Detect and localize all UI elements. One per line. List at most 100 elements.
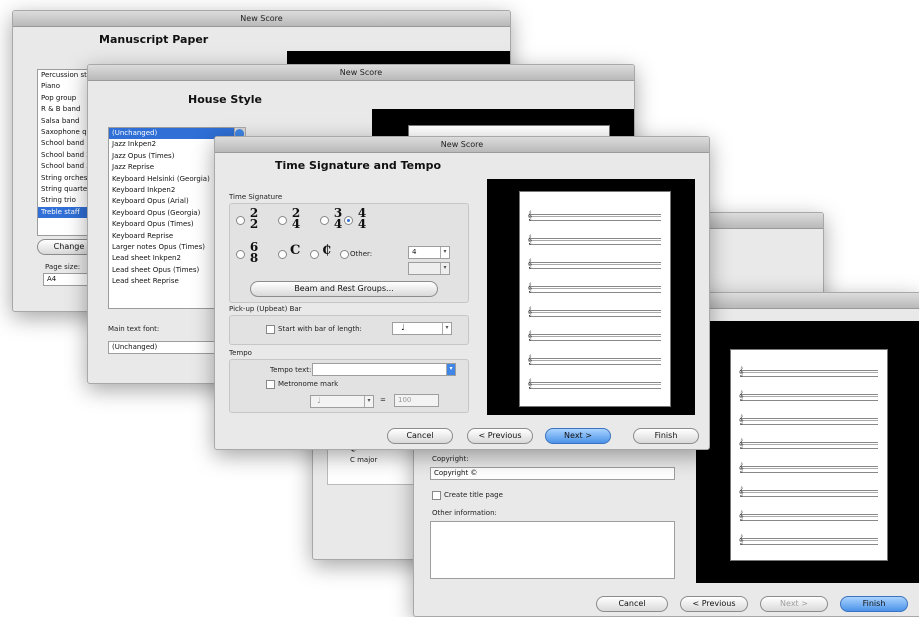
- treble-clef-icon: 𝄞: [738, 415, 744, 425]
- staff-line: 𝄞: [738, 367, 878, 377]
- time-signature-group: 22 24 34 44 68 C ₵ Other: 4 ▾ ▾ Beam and…: [229, 203, 469, 303]
- pickup-length-select[interactable]: ♩ ▾: [392, 322, 452, 335]
- treble-clef-icon: 𝄞: [738, 391, 744, 401]
- staff-line: 𝄞: [527, 259, 661, 269]
- cut-time-radio[interactable]: [310, 250, 319, 259]
- chevron-down-icon: ▾: [446, 364, 455, 375]
- next-button[interactable]: Next >: [545, 428, 611, 444]
- metronome-equals: =: [380, 396, 386, 404]
- preview-panel: 𝄞 𝄞 𝄞 𝄞 𝄞 𝄞 𝄞 𝄞: [696, 321, 919, 583]
- page-title: Time Signature and Tempo: [275, 159, 442, 172]
- other-numerator-select[interactable]: 4 ▾: [408, 246, 450, 259]
- other-time-radio[interactable]: [340, 250, 349, 259]
- window-title: New Score: [215, 137, 709, 153]
- preview-page: 𝄞 𝄞 𝄞 𝄞 𝄞 𝄞 𝄞 𝄞: [519, 191, 671, 407]
- finish-button[interactable]: Finish: [840, 596, 908, 612]
- staff-line: 𝄞: [738, 391, 878, 401]
- treble-clef-icon: 𝄞: [527, 355, 533, 365]
- staff-line: 𝄞: [527, 307, 661, 317]
- next-button[interactable]: Next >: [760, 596, 828, 612]
- window-title: New Score: [88, 65, 634, 81]
- time-sig-3-4-radio[interactable]: [320, 216, 329, 225]
- time-signature-group-label: Time Signature: [229, 193, 283, 201]
- tempo-group-label: Tempo: [229, 349, 252, 357]
- treble-clef-icon: 𝄞: [527, 307, 533, 317]
- metronome-mark-checkbox[interactable]: [266, 380, 275, 389]
- cut-time-icon: ₵: [322, 243, 332, 258]
- time-sig-4-4: 44: [357, 206, 367, 231]
- start-with-bar-checkbox[interactable]: [266, 325, 275, 334]
- chevron-down-icon: ▾: [442, 323, 451, 334]
- staff-line: 𝄞: [527, 211, 661, 221]
- metronome-mark-label: Metronome mark: [278, 380, 339, 388]
- treble-clef-icon: 𝄞: [738, 535, 744, 545]
- time-sig-2-2-radio[interactable]: [236, 216, 245, 225]
- tempo-text-select[interactable]: ▾: [312, 363, 456, 376]
- time-sig-2-4-radio[interactable]: [278, 216, 287, 225]
- time-sig-4-4-radio[interactable]: [344, 216, 353, 225]
- key-label: C major: [350, 456, 378, 464]
- chevron-down-icon: ▾: [440, 263, 449, 274]
- quarter-note-icon: ♩: [317, 396, 321, 405]
- create-title-page-label: Create title page: [444, 491, 503, 499]
- preview-page: 𝄞 𝄞 𝄞 𝄞 𝄞 𝄞 𝄞 𝄞: [730, 349, 888, 561]
- page-title: Manuscript Paper: [99, 33, 209, 46]
- other-info-field[interactable]: [430, 521, 675, 579]
- pickup-group-label: Pick-up (Upbeat) Bar: [229, 305, 302, 313]
- start-with-bar-label: Start with bar of length:: [278, 325, 362, 333]
- staff-line: 𝄞: [738, 511, 878, 521]
- main-text-font-value: (Unchanged): [112, 343, 158, 351]
- other-value: 4: [412, 248, 417, 256]
- staff-line: 𝄞: [527, 355, 661, 365]
- treble-clef-icon: 𝄞: [527, 331, 533, 341]
- copyright-label: Copyright:: [432, 455, 469, 463]
- staff-line: 𝄞: [738, 439, 878, 449]
- treble-clef-icon: 𝄞: [527, 259, 533, 269]
- other-info-label: Other information:: [432, 509, 497, 517]
- cancel-button[interactable]: Cancel: [387, 428, 453, 444]
- common-time-radio[interactable]: [278, 250, 287, 259]
- time-sig-2-4: 24: [291, 206, 301, 231]
- window-title: New Score: [13, 11, 510, 27]
- tempo-text-label: Tempo text:: [270, 366, 312, 374]
- create-title-page-checkbox[interactable]: [432, 491, 441, 500]
- treble-clef-icon: 𝄞: [527, 211, 533, 221]
- other-denominator-select[interactable]: ▾: [408, 262, 450, 275]
- treble-clef-icon: 𝄞: [527, 235, 533, 245]
- staff-line: 𝄞: [738, 487, 878, 497]
- pickup-group: Start with bar of length: ♩ ▾: [229, 315, 469, 345]
- staff-line: 𝄞: [527, 283, 661, 293]
- other-label: Other:: [350, 250, 373, 258]
- staff-line: 𝄞: [738, 463, 878, 473]
- quarter-note-icon: ♩: [401, 323, 405, 332]
- treble-clef-icon: 𝄞: [738, 439, 744, 449]
- page-size-label: Page size:: [45, 263, 81, 271]
- treble-clef-icon: 𝄞: [738, 367, 744, 377]
- metronome-note-select[interactable]: ♩ ▾: [310, 395, 374, 408]
- main-text-font-select[interactable]: (Unchanged): [108, 341, 220, 354]
- treble-clef-icon: 𝄞: [738, 463, 744, 473]
- tempo-group: Tempo text: ▾ Metronome mark ♩ ▾ = 100: [229, 359, 469, 413]
- page-title: House Style: [188, 93, 263, 106]
- page-size-value: A4: [47, 275, 57, 283]
- staff-line: 𝄞: [738, 535, 878, 545]
- finish-button[interactable]: Finish: [633, 428, 699, 444]
- beam-and-rest-groups-button[interactable]: Beam and Rest Groups...: [250, 281, 438, 297]
- staff-line: 𝄞: [527, 235, 661, 245]
- time-sig-3-4: 34: [333, 206, 343, 231]
- treble-clef-icon: 𝄞: [738, 511, 744, 521]
- time-sig-6-8: 68: [249, 240, 259, 265]
- staff-line: 𝄞: [738, 415, 878, 425]
- main-text-font-label: Main text font:: [108, 325, 160, 333]
- time-signature-window: New Score Time Signature and Tempo 𝄞 𝄞 𝄞 𝄞 𝄞…: [214, 136, 710, 450]
- staff-line: 𝄞: [527, 379, 661, 389]
- time-sig-6-8-radio[interactable]: [236, 250, 245, 259]
- copyright-field[interactable]: Copyright ©: [430, 467, 675, 480]
- previous-button[interactable]: < Previous: [467, 428, 533, 444]
- metronome-value-field[interactable]: 100: [394, 394, 439, 407]
- previous-button[interactable]: < Previous: [680, 596, 748, 612]
- preview-panel: 𝄞 𝄞 𝄞 𝄞 𝄞 𝄞 𝄞 𝄞: [487, 179, 695, 415]
- cancel-button[interactable]: Cancel: [596, 596, 668, 612]
- treble-clef-icon: 𝄞: [738, 487, 744, 497]
- chevron-down-icon: ▾: [364, 396, 373, 407]
